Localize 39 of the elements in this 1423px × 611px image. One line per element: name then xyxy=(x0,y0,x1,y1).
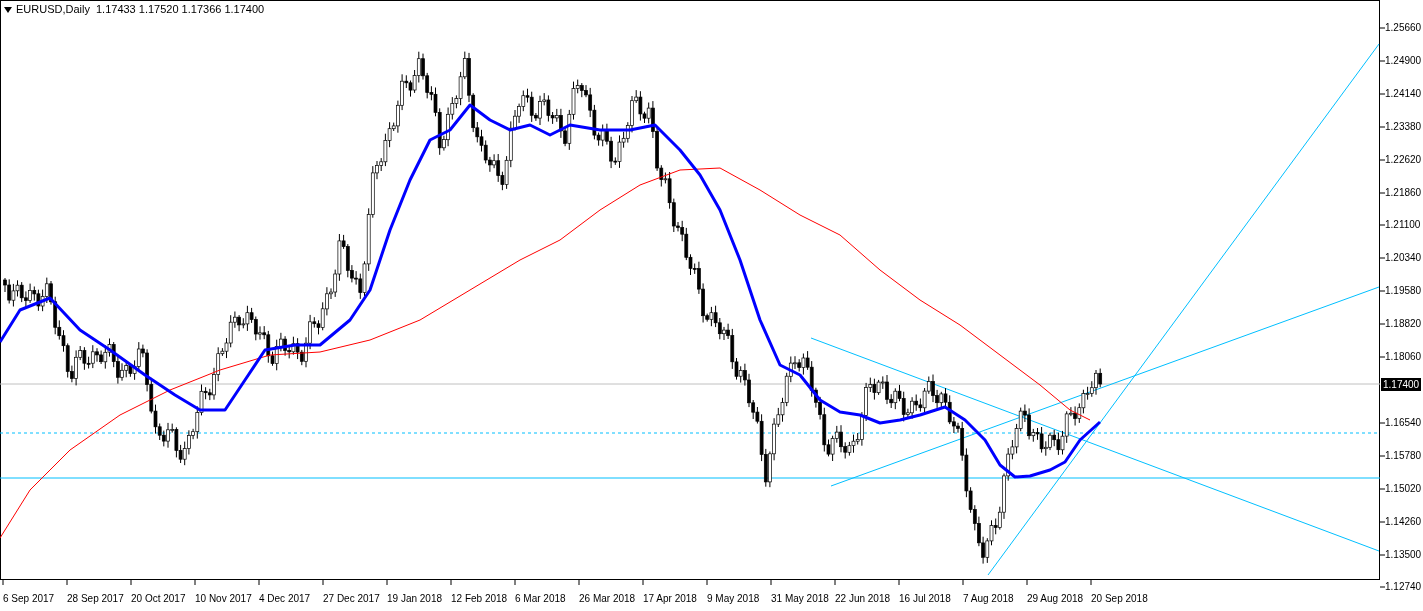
price-axis-label: 1.21860 xyxy=(1385,187,1422,199)
time-axis-label: 28 Sep 2017 xyxy=(67,593,124,605)
time-axis-label: 17 Apr 2018 xyxy=(643,593,697,605)
price-axis-label: 1.23380 xyxy=(1385,121,1422,133)
time-axis-label: 26 Mar 2018 xyxy=(579,593,636,605)
price-axis-label: 1.18060 xyxy=(1385,351,1422,363)
time-axis-label: 6 Mar 2018 xyxy=(515,593,566,605)
price-axis-label: 1.22620 xyxy=(1385,154,1422,166)
price-axis-label: 1.15780 xyxy=(1385,450,1422,462)
time-axis-label: 10 Nov 2017 xyxy=(195,593,252,605)
time-axis-label: 22 Jun 2018 xyxy=(835,593,891,605)
price-axis-label: 1.19580 xyxy=(1385,285,1422,297)
price-axis-label: 1.18820 xyxy=(1385,318,1422,330)
time-axis-label: 29 Aug 2018 xyxy=(1027,593,1084,605)
time-axis-label: 6 Sep 2017 xyxy=(3,593,55,605)
time-axis-label: 16 Jul 2018 xyxy=(899,593,951,605)
symbol-label: EURUSD,Daily xyxy=(16,3,90,15)
current-price-tag: 1.17400 xyxy=(1381,378,1422,391)
time-axis-label: 20 Oct 2017 xyxy=(131,593,186,605)
time-axis-label: 19 Jan 2018 xyxy=(387,593,443,605)
price-axis-label: 1.16540 xyxy=(1385,417,1422,429)
time-axis-label: 27 Dec 2017 xyxy=(323,593,380,605)
time-axis-label: 7 Aug 2018 xyxy=(963,593,1014,605)
time-axis-label: 31 May 2018 xyxy=(771,593,829,605)
price-axis-label: 1.20340 xyxy=(1385,252,1422,264)
price-axis-label: 1.14260 xyxy=(1385,516,1422,528)
price-axis-label: 1.25660 xyxy=(1385,22,1422,34)
price-axis-label: 1.21100 xyxy=(1385,219,1421,231)
dropdown-triangle-icon[interactable] xyxy=(4,7,12,14)
time-axis-label: 9 May 2018 xyxy=(707,593,760,605)
ohlc-values: 1.17433 1.17520 1.17366 1.17400 xyxy=(95,3,265,15)
time-axis-label: 20 Sep 2018 xyxy=(1091,593,1148,605)
time-axis-label: 4 Dec 2017 xyxy=(259,593,311,605)
price-axis-label: 1.15020 xyxy=(1385,483,1422,495)
price-axis-label: 1.24900 xyxy=(1385,55,1422,67)
price-axis-label: 1.13500 xyxy=(1385,549,1422,561)
price-axis-label: 1.24140 xyxy=(1385,88,1422,100)
time-axis-label: 12 Feb 2018 xyxy=(451,593,508,605)
price-axis-label: 1.12740 xyxy=(1385,581,1422,593)
